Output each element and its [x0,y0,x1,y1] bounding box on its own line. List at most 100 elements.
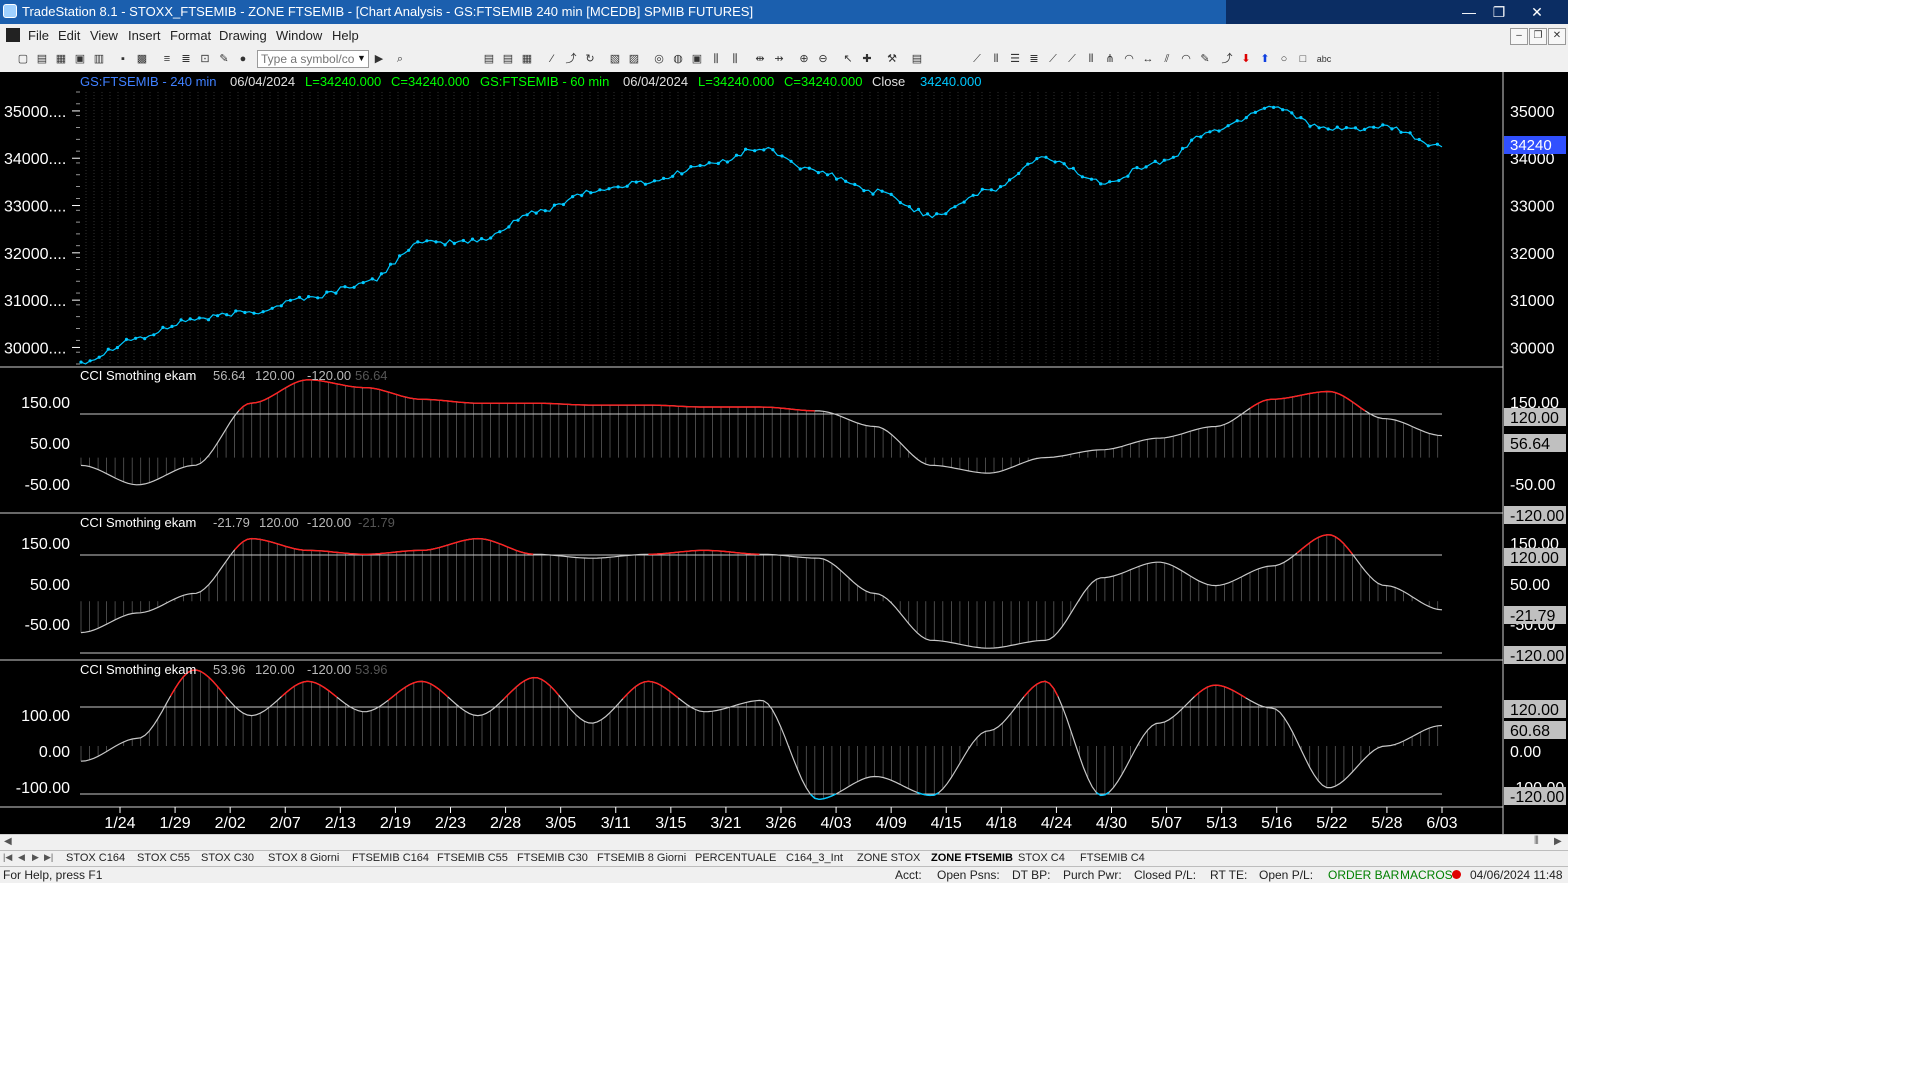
down-arrow-icon[interactable]: ⬇ [1239,52,1253,66]
crosshair-icon[interactable]: ✚ [860,52,874,66]
tab-prev-icon[interactable]: ◀ [18,852,25,863]
chart-horizontal-scrollbar[interactable]: ◀ ⦀ ▶ [0,834,1568,851]
draw-line-icon[interactable]: ⁄ [545,52,559,66]
data-window-icon[interactable]: ▤ [910,52,924,66]
symbol-input[interactable] [257,50,369,68]
fan-icon[interactable]: ⟋ [1046,52,1060,66]
tab-ftsemib-c30[interactable]: FTSEMIB C30 [517,852,588,864]
new-file-icon[interactable]: ▢ [16,52,30,66]
chart-style-icon[interactable]: ▤ [482,52,496,66]
open-folder-icon[interactable]: ▤ [35,52,49,66]
tab-ftsemib-c164[interactable]: FTSEMIB C164 [352,852,429,864]
chart-analysis-window[interactable]: GS:FTSEMIB - 240 min 06/04/2024 L=34240.… [0,72,1568,834]
symbol-dropdown-icon[interactable]: ▼ [357,53,366,63]
menu-format[interactable]: Format [170,28,211,43]
menu-insert[interactable]: Insert [128,28,161,43]
zoom-in-icon[interactable]: ⊕ [797,52,811,66]
layout2-icon[interactable]: ≣ [179,52,193,66]
volume-icon[interactable]: ⫼ [728,52,742,66]
refresh-icon[interactable]: ↻ [583,52,597,66]
status-order-bar[interactable]: ORDER BAR [1328,868,1399,882]
matrix-icon[interactable]: ▣ [690,52,704,66]
fibonacci-icon[interactable]: ≣ [1027,52,1041,66]
up-arrow-icon[interactable]: ⬆ [1258,52,1272,66]
price-point [106,347,110,351]
scroll-right-icon[interactable]: ▶ [1554,836,1562,847]
calendar-icon[interactable]: ▦ [520,52,534,66]
andrews-pitchfork-icon[interactable]: ⋔ [1103,52,1117,66]
horizontal-lines-icon[interactable]: ☰ [1008,52,1022,66]
chart-window-icon[interactable] [6,28,20,42]
minimize-button[interactable]: — [1454,0,1484,24]
price-point [962,200,966,204]
go-arrow-icon[interactable]: ▶ [372,52,386,66]
vertical-lines-icon[interactable]: ⦀ [989,52,1003,66]
tab-stox-c30[interactable]: STOX C30 [201,852,254,864]
arc2-icon[interactable]: ◠ [1179,52,1193,66]
menu-help[interactable]: Help [332,28,359,43]
status-macros[interactable]: MACROS [1400,868,1453,882]
menu-file[interactable]: File [28,28,49,43]
mdi-minimize-button[interactable]: – [1510,28,1528,45]
new-window-icon[interactable]: ▣ [73,52,87,66]
mdi-close-button[interactable]: ✕ [1548,28,1566,45]
arc-tool-icon[interactable]: ◠ [1122,52,1136,66]
bar-spacing-icon[interactable]: ⇹ [753,52,767,66]
rectangle-icon[interactable]: □ [1296,52,1310,66]
tab-ftsemib-c4[interactable]: FTSEMIB C4 [1080,852,1145,864]
zoom-out-icon[interactable]: ⊖ [816,52,830,66]
lookup-icon[interactable]: ⌕ [393,52,407,66]
save-icon[interactable]: ▪ [116,52,130,66]
ellipse-icon[interactable]: ○ [1277,52,1291,66]
pencil-icon[interactable]: ✎ [1198,52,1212,66]
gann-icon[interactable]: ⟋ [1065,52,1079,66]
close-button[interactable]: ✕ [1522,0,1552,24]
pointer-icon[interactable]: ↖ [841,52,855,66]
mdi-restore-button[interactable]: ❐ [1529,28,1547,45]
new-workspace-icon[interactable]: ▦ [54,52,68,66]
scanner-icon[interactable]: ◍ [671,52,685,66]
tab-last-icon[interactable]: ▶| [44,852,53,863]
globe-icon[interactable]: ● [236,52,250,66]
print-icon[interactable]: ▩ [135,52,149,66]
text-tool-icon[interactable]: abc [1315,52,1333,66]
lock-icon[interactable]: ⊡ [198,52,212,66]
tab-ftsemib-8-giorni[interactable]: FTSEMIB 8 Giorni [597,852,686,864]
tab-zone-stox[interactable]: ZONE STOX [857,852,920,864]
scroll-left-icon[interactable]: ◀ [4,836,12,847]
bars-icon[interactable]: ⫼ [709,52,723,66]
tab-c164-3-int[interactable]: C164_3_Int [786,852,843,864]
tab-stox-c55[interactable]: STOX C55 [137,852,190,864]
bar-spacing2-icon[interactable]: ⇸ [772,52,786,66]
tab-stox-c4[interactable]: STOX C4 [1018,852,1065,864]
tab-zone-ftsemib[interactable]: ZONE FTSEMIB [931,852,1013,864]
tab-stox-8-giorni[interactable]: STOX 8 Giorni [268,852,339,864]
chart-canvas[interactable]: GS:FTSEMIB - 240 min 06/04/2024 L=34240.… [0,72,1568,834]
channel-icon[interactable]: ⫽ [1160,52,1174,66]
draw-trend-icon[interactable]: ⤴ [564,52,578,66]
tools-icon[interactable]: ✎ [217,52,231,66]
tab-ftsemib-c55[interactable]: FTSEMIB C55 [437,852,508,864]
menu-drawing[interactable]: Drawing [219,28,267,43]
layout-icon[interactable]: ≡ [160,52,174,66]
arrow-both-icon[interactable]: ↔ [1141,52,1155,66]
chart-style2-icon[interactable]: ▤ [501,52,515,66]
open-window-icon[interactable]: ▥ [92,52,106,66]
maximize-button[interactable]: ❐ [1484,0,1514,24]
tab-first-icon[interactable]: |◀ [3,852,12,863]
wrench-icon[interactable]: ⚒ [885,52,899,66]
menu-edit[interactable]: Edit [58,28,80,43]
time-axis-label: 1/29 [160,815,191,832]
cycle-lines-icon[interactable]: ⦀ [1084,52,1098,66]
curve-icon[interactable]: ⤴ [1220,52,1234,66]
menu-window[interactable]: Window [276,28,322,43]
tab-next-icon[interactable]: ▶ [32,852,39,863]
tab-stox-c164[interactable]: STOX C164 [66,852,125,864]
indicator-icon[interactable]: ▧ [608,52,622,66]
menu-view[interactable]: View [90,28,118,43]
analysis-icon[interactable]: ◎ [652,52,666,66]
tab-percentuale[interactable]: PERCENTUALE [695,852,776,864]
scroll-thumb-icon[interactable]: ⦀ [1534,835,1539,848]
trendline-tool-icon[interactable]: ⟋ [970,52,984,66]
strategy-icon[interactable]: ▨ [627,52,641,66]
